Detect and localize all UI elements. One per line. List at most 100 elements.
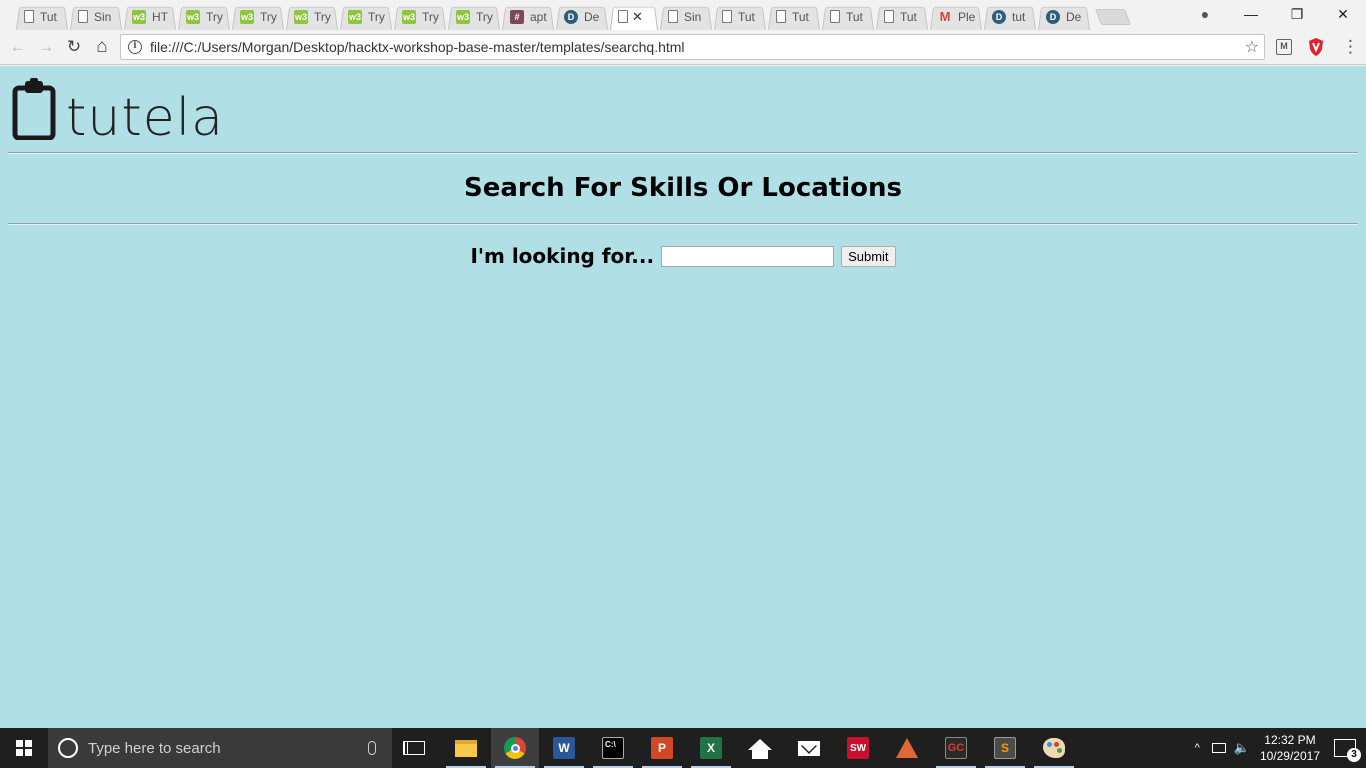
notification-count-badge: 3 [1347,748,1361,762]
shield-extension-icon[interactable] [1308,37,1324,57]
favicon-doc-icon [722,10,732,23]
search-label: I'm looking for... [470,244,655,268]
browser-tab[interactable]: Tut [14,3,70,30]
action-center-icon[interactable]: 3 [1334,739,1361,762]
taskbar-matlab[interactable] [883,728,931,768]
taskbar-search-box[interactable]: Type here to search [48,728,392,768]
tab-close-icon[interactable]: ✕ [632,9,643,25]
show-hidden-icons-chevron-icon[interactable]: ^ [1195,742,1200,754]
forward-button[interactable]: → [36,37,56,57]
tab-title: Sin [684,9,702,24]
info-icon[interactable]: i [128,40,142,54]
favicon-w3-icon: w3 [456,9,470,24]
browser-toolbar: ← → ↻ ⌂ i file:///C:/Users/Morgan/Deskto… [0,30,1366,65]
taskbar-command-prompt[interactable]: C:\ [589,728,637,768]
tab-title: Try [476,9,493,24]
home-button[interactable]: ⌂ [92,37,112,57]
taskbar-mail[interactable] [785,728,833,768]
browser-tab[interactable]: D De [554,3,610,30]
taskbar-chrome[interactable] [491,728,539,768]
battery-network-icon[interactable] [1211,743,1226,753]
favicon-d-icon: D [1046,9,1060,24]
taskbar-sublime-text[interactable]: S [981,728,1029,768]
clock[interactable]: 12:32 PM 10/29/2017 [1260,732,1320,764]
search-input[interactable] [661,245,835,267]
browser-tab[interactable]: w3 Try [338,3,394,30]
browser-tab[interactable]: Dtut [982,3,1038,30]
volume-icon[interactable]: 🔈 [1234,740,1250,756]
favicon-doc-icon [618,10,628,23]
favicon-hash-icon: # [510,9,524,24]
gc-icon: GC [945,737,967,759]
browser-menu-icon[interactable]: ⋮ [1342,37,1359,57]
favicon-w3-icon: w3 [240,9,254,24]
submit-button[interactable]: Submit [841,245,896,267]
tab-title: Try [422,9,439,24]
browser-tab[interactable]: w3 Try [446,3,502,30]
browser-tab[interactable]: # apt [500,3,556,30]
taskbar-paint[interactable] [1030,728,1078,768]
address-bar[interactable]: i file:///C:/Users/Morgan/Desktop/hacktx… [120,34,1265,60]
tab-title: Tut [792,9,809,24]
browser-tab[interactable]: w3 Try [176,3,232,30]
restore-button[interactable]: ❐ [1274,6,1320,23]
browser-tab[interactable]: D De [1036,3,1092,30]
tab-list: Tut Sin w3 HT w3 Try w3 Try w3 Try w3 Try w3 Try w3 Try… [14,3,1131,30]
browser-tab[interactable]: Tut [820,3,876,30]
browser-tab[interactable]: Sin [68,3,124,30]
taskbar-powerpoint[interactable]: P [638,728,686,768]
profile-icon[interactable]: ● [1182,6,1228,22]
tab-title: Tut [40,9,57,24]
browser-tab[interactable]: Sin [658,3,714,30]
browser-tab[interactable]: w3 Try [392,3,448,30]
bookmark-star-icon[interactable]: ☆ [1245,37,1259,57]
logo-text: tutela [66,88,225,148]
taskbar-gc-app[interactable]: GC [932,728,980,768]
site-logo[interactable]: tutela [12,78,224,144]
extension-icon[interactable]: M [1276,39,1292,55]
taskbar-solidworks[interactable]: SW [834,728,882,768]
browser-tab[interactable]: Tut [874,3,930,30]
matlab-icon [896,738,918,758]
reload-button[interactable]: ↻ [64,37,84,57]
browser-tab[interactable]: ✕ [608,3,660,30]
home-icon [748,738,772,759]
browser-tab[interactable]: Tut [712,3,768,30]
favicon-w3-icon: w3 [186,9,200,24]
favicon-m-icon: M [939,9,951,24]
page-title: Search For Skills Or Locations [464,173,902,203]
window-controls: ● — ❐ ✕ [1182,0,1366,28]
taskbar-home-app[interactable] [736,728,784,768]
browser-tab[interactable]: w3 Try [284,3,340,30]
favicon-doc-icon [776,10,786,23]
tab-title: Ple [958,9,976,24]
microphone-icon[interactable] [368,741,376,755]
browser-tab[interactable]: Tut [766,3,822,30]
page-content: tutela Search For Skills Or Locations I'… [0,66,1366,728]
browser-tab[interactable]: M Ple [928,3,984,30]
close-window-button[interactable]: ✕ [1320,6,1366,23]
tab-title: tut [1012,9,1026,24]
mail-icon [798,740,820,756]
taskbar-word[interactable]: W [540,728,588,768]
tab-title: HT [152,9,168,24]
favicon-w3-icon: w3 [348,9,362,24]
minimize-button[interactable]: — [1228,6,1274,22]
tab-title: Tut [846,9,863,24]
taskbar-excel[interactable]: X [687,728,735,768]
clock-time: 12:32 PM [1264,733,1316,747]
browser-tab[interactable]: w3 Try [230,3,286,30]
clipboard-icon [12,78,56,140]
command-prompt-icon: C:\ [602,737,624,759]
tab-title: De [584,9,600,24]
favicon-doc-icon [78,10,88,23]
taskbar-file-explorer[interactable] [442,728,490,768]
new-tab-button[interactable] [1095,9,1131,25]
task-view-button[interactable] [392,728,440,768]
powerpoint-icon: P [651,737,673,759]
back-button[interactable]: ← [8,37,28,57]
start-button[interactable] [0,728,48,768]
excel-icon: X [700,737,722,759]
url-text[interactable]: file:///C:/Users/Morgan/Desktop/hacktx-w… [150,39,685,55]
browser-tab[interactable]: w3 HT [122,3,178,30]
